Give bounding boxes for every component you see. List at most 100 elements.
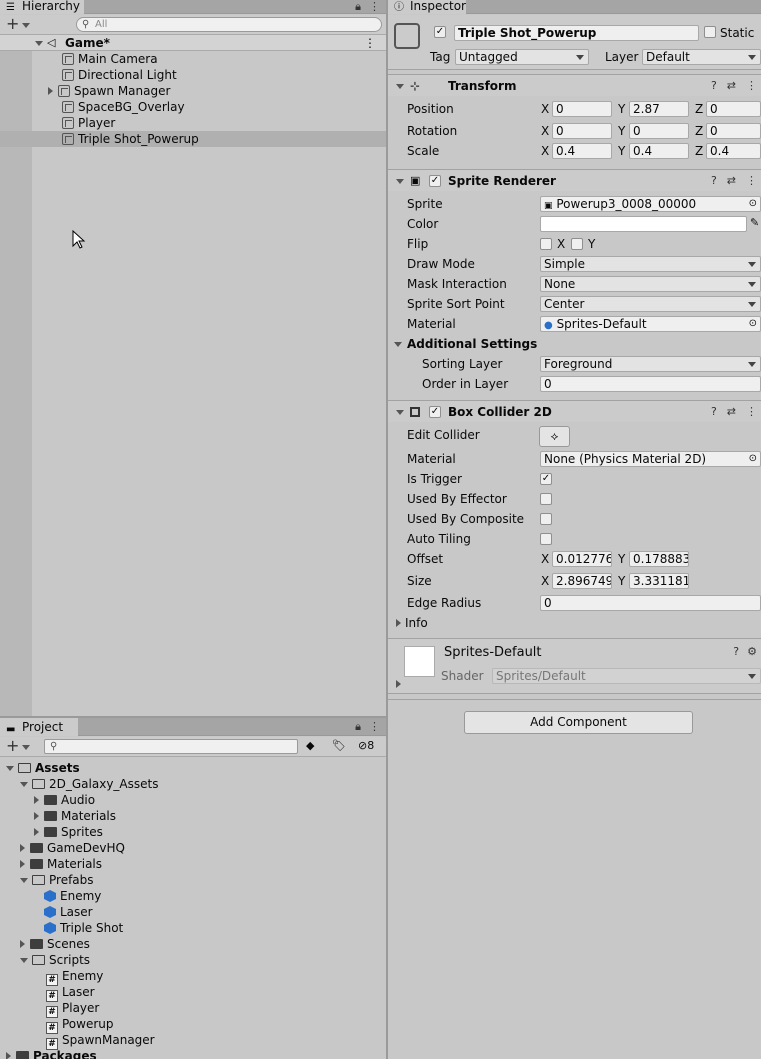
size-x-field[interactable]: 2.896749 xyxy=(552,573,612,589)
preset-icon[interactable]: ⇄ xyxy=(727,405,736,418)
add-component-button[interactable]: Add Component xyxy=(464,711,693,734)
scale-x-field[interactable]: 0.4 xyxy=(552,143,612,159)
lock-icon[interactable]: 🔒︎ xyxy=(355,0,361,13)
tree-item[interactable]: Audio xyxy=(34,792,95,808)
foldout-arrow-icon[interactable] xyxy=(396,410,404,415)
kebab-menu-icon[interactable]: ⋮ xyxy=(746,174,757,187)
position-z-field[interactable]: 0 xyxy=(706,101,761,117)
kebab-menu-icon[interactable]: ⋮ xyxy=(746,79,757,92)
sprite-renderer-header[interactable]: ▣ ✓ Sprite Renderer ? ⇄ ⋮ xyxy=(388,169,761,191)
rotation-z-field[interactable]: 0 xyxy=(706,123,761,139)
kebab-menu-icon[interactable]: ⋮ xyxy=(369,0,380,13)
lock-icon[interactable]: 🔒︎ xyxy=(355,720,361,733)
offset-x-field[interactable]: 0.0127764 xyxy=(552,551,612,567)
hierarchy-item[interactable]: Player xyxy=(62,115,115,131)
scene-menu-icon[interactable]: ⋮ xyxy=(364,35,376,51)
expand-arrow-icon[interactable] xyxy=(34,796,39,804)
object-name-field[interactable]: Triple Shot_Powerup xyxy=(454,25,699,41)
expand-arrow-icon[interactable] xyxy=(20,958,28,963)
foldout-arrow-icon[interactable] xyxy=(394,342,402,347)
position-x-field[interactable]: 0 xyxy=(552,101,612,117)
sorting-layer-dropdown[interactable]: Foreground xyxy=(540,356,761,372)
inspector-tab[interactable]: ⓘ Inspector xyxy=(388,0,466,14)
preset-icon[interactable]: ⇄ xyxy=(727,79,736,92)
hierarchy-item[interactable]: Spawn Manager xyxy=(48,83,170,99)
tree-item[interactable]: GameDevHQ xyxy=(20,840,125,856)
box-collider-header[interactable]: ✓ Box Collider 2D ? ⇄ ⋮ xyxy=(388,400,761,422)
flip-x-checkbox[interactable] xyxy=(540,238,552,250)
foldout-arrow-icon[interactable] xyxy=(396,680,401,688)
scale-z-field[interactable]: 0.4 xyxy=(706,143,761,159)
tree-item[interactable]: 2D_Galaxy_Assets xyxy=(20,776,158,792)
position-y-field[interactable]: 2.87 xyxy=(629,101,689,117)
foldout-arrow-icon[interactable] xyxy=(396,84,404,89)
transform-header[interactable]: ⊹ Transform ? ⇄ ⋮ xyxy=(388,74,761,96)
hierarchy-item[interactable]: SpaceBG_Overlay xyxy=(62,99,185,115)
edit-collider-button[interactable]: ⟡ xyxy=(539,426,570,447)
tree-item-script[interactable]: # Laser xyxy=(46,984,95,1002)
scale-y-field[interactable]: 0.4 xyxy=(629,143,689,159)
tree-item-prefab[interactable]: Triple Shot xyxy=(44,920,123,936)
help-icon[interactable]: ? xyxy=(733,645,739,658)
layer-dropdown[interactable]: Default xyxy=(642,49,761,65)
order-in-layer-field[interactable]: 0 xyxy=(540,376,761,392)
tree-item[interactable]: Prefabs xyxy=(20,872,94,888)
expand-arrow-icon[interactable] xyxy=(20,878,28,883)
rotation-y-field[interactable]: 0 xyxy=(629,123,689,139)
rotation-x-field[interactable]: 0 xyxy=(552,123,612,139)
sprite-sort-point-dropdown[interactable]: Center xyxy=(540,296,761,312)
create-plus-button[interactable]: + xyxy=(6,15,31,33)
tree-item-prefab[interactable]: Enemy xyxy=(44,888,101,904)
additional-settings-foldout[interactable]: Additional Settings xyxy=(394,336,537,352)
hierarchy-search-input[interactable]: ⚲ All xyxy=(76,17,382,32)
expand-arrow-icon[interactable] xyxy=(20,782,28,787)
help-icon[interactable]: ? xyxy=(711,174,717,187)
tree-item-packages[interactable]: Packages xyxy=(6,1048,97,1059)
create-plus-button[interactable]: + xyxy=(6,737,31,755)
object-picker-icon[interactable]: ⊙ xyxy=(749,197,757,211)
foldout-arrow-icon[interactable] xyxy=(396,619,401,627)
eyedropper-icon[interactable]: ✎ xyxy=(750,216,759,229)
expand-arrow-icon[interactable] xyxy=(20,940,25,948)
used-by-effector-checkbox[interactable] xyxy=(540,493,552,505)
active-checkbox[interactable]: ✓ xyxy=(434,26,446,38)
tree-item[interactable]: Scenes xyxy=(20,936,90,952)
auto-tiling-checkbox[interactable] xyxy=(540,533,552,545)
object-picker-icon[interactable]: ⊙ xyxy=(749,452,757,466)
box-collider-enabled-checkbox[interactable]: ✓ xyxy=(429,406,441,418)
expand-arrow-icon[interactable] xyxy=(34,812,39,820)
expand-arrow-icon[interactable] xyxy=(6,766,14,771)
expand-arrow-icon[interactable] xyxy=(6,1052,11,1059)
hierarchy-item[interactable]: Directional Light xyxy=(62,67,177,83)
color-swatch[interactable] xyxy=(540,216,747,232)
expand-arrow-icon[interactable] xyxy=(48,87,53,95)
is-trigger-checkbox[interactable]: ✓ xyxy=(540,473,552,485)
preset-icon[interactable]: ⇄ xyxy=(727,174,736,187)
tree-item[interactable]: Materials xyxy=(34,808,116,824)
scene-row[interactable]: ◁ Game* ⋮ xyxy=(0,35,386,51)
hierarchy-item[interactable]: Main Camera xyxy=(62,51,158,67)
expand-arrow-icon[interactable] xyxy=(20,844,25,852)
tag-dropdown[interactable]: Untagged xyxy=(455,49,589,65)
expand-arrow-icon[interactable] xyxy=(20,860,25,868)
tree-item-script[interactable]: # Player xyxy=(46,1000,99,1018)
sprite-object-field[interactable]: ▣ Powerup3_0008_00000 ⊙ xyxy=(540,196,761,212)
tree-item[interactable]: Materials xyxy=(20,856,102,872)
flip-y-checkbox[interactable] xyxy=(571,238,583,250)
draw-mode-dropdown[interactable]: Simple xyxy=(540,256,761,272)
help-icon[interactable]: ? xyxy=(711,405,717,418)
foldout-arrow-icon[interactable] xyxy=(396,179,404,184)
object-picker-icon[interactable]: ⊙ xyxy=(749,317,757,331)
expand-arrow-icon[interactable] xyxy=(34,828,39,836)
kebab-menu-icon[interactable]: ⋮ xyxy=(746,405,757,418)
tree-item-assets[interactable]: Assets xyxy=(6,760,80,776)
shader-dropdown[interactable]: Sprites/Default xyxy=(492,668,761,684)
hidden-packages-toggle[interactable]: ⊘8 xyxy=(358,739,374,752)
hierarchy-item-selected[interactable]: Triple Shot_Powerup xyxy=(0,131,386,147)
tree-item[interactable]: Sprites xyxy=(34,824,103,840)
gear-icon[interactable]: ⚙ xyxy=(747,645,757,658)
project-search-input[interactable]: ⚲ xyxy=(44,739,298,754)
used-by-composite-checkbox[interactable] xyxy=(540,513,552,525)
sprite-renderer-enabled-checkbox[interactable]: ✓ xyxy=(429,175,441,187)
mask-interaction-dropdown[interactable]: None xyxy=(540,276,761,292)
